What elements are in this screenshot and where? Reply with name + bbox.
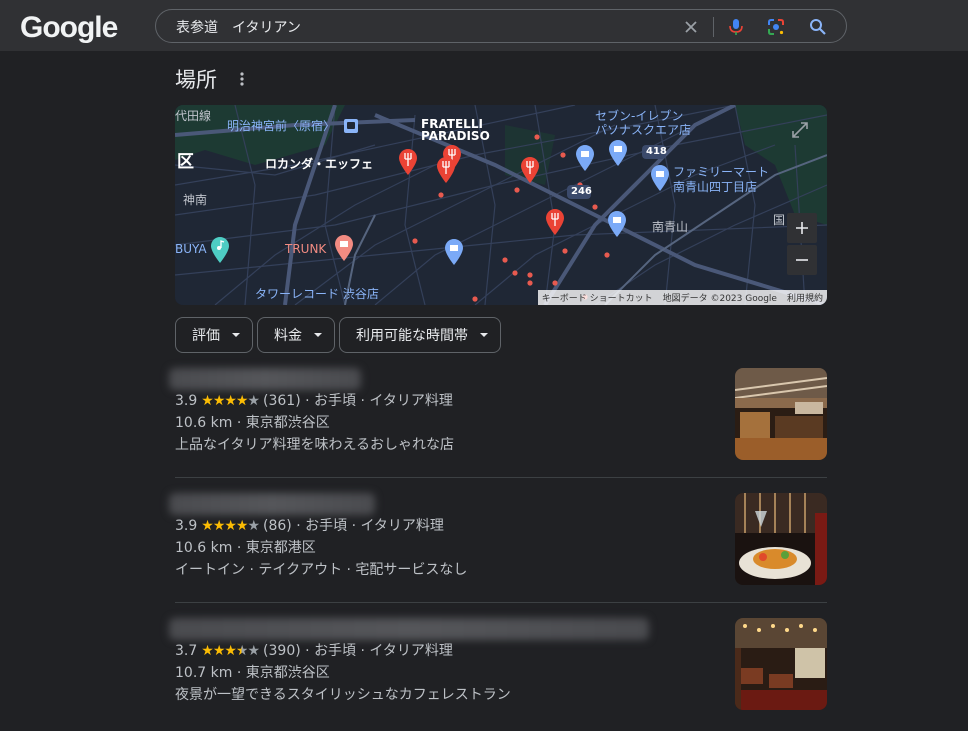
filter-price-chip[interactable]: 料金 [257, 317, 335, 353]
search-divider [713, 17, 714, 37]
shopping-pin-icon[interactable] [335, 235, 353, 261]
microphone-icon[interactable] [726, 17, 746, 37]
restaurant-pin-icon[interactable] [399, 149, 417, 175]
places-title: 場所 [175, 68, 217, 92]
filter-rating-chip[interactable]: 評価 [175, 317, 253, 353]
location-line: 10.7 km · 東京都渋谷区 [175, 665, 330, 681]
place-name-blurred[interactable] [169, 368, 361, 390]
map-attribution: キーボード ショートカット 地図データ ©2023 Google 利用規約 [537, 290, 827, 305]
food-dish-image [735, 493, 827, 585]
clear-icon[interactable] [681, 17, 701, 37]
place-photo[interactable] [735, 368, 827, 460]
star-rating-icon: ★★★★★ [201, 393, 260, 409]
location-line: 10.6 km · 東京都渋谷区 [175, 415, 330, 431]
place-result[interactable]: 3.9 ★★★★★ (361) · お手頃 · イタリア料理 10.6 km · 東… [169, 368, 827, 478]
description-line: 上品なイタリア料理を味わえるおしゃれな店 [175, 437, 455, 453]
store-pin-icon[interactable] [651, 165, 669, 191]
map-label-family-2[interactable]: 南青山四丁目店 [673, 178, 757, 195]
zoom-in-button[interactable] [787, 213, 817, 243]
store-pin-icon[interactable] [576, 145, 594, 171]
description-line: イートイン · テイクアウト · 宅配サービスなし [175, 562, 468, 578]
map-label-ward: 区 [177, 152, 194, 172]
top-bar: Google [0, 0, 968, 51]
route-418-label: 418 [646, 146, 667, 157]
rating-value: 3.9 [175, 518, 198, 534]
chip-label: 料金 [274, 328, 302, 344]
map[interactable]: 代田線 明治神宮前〈原宿〉 FRATELLI PARADISO セブン-イレブン… [175, 105, 827, 305]
map-label-tower[interactable]: タワーレコード 渋谷店 [255, 285, 379, 302]
map-label-minamiaoyama: 南青山 [652, 220, 689, 234]
review-count: (361) [263, 393, 301, 409]
fullscreen-button[interactable] [785, 115, 815, 145]
store-pin-icon[interactable] [608, 211, 626, 237]
caret-down-icon [232, 333, 240, 337]
zoom-out-button[interactable] [787, 245, 817, 275]
caret-down-icon [480, 333, 488, 337]
map-label-line: 代田線 [175, 109, 212, 123]
keyboard-shortcuts-link[interactable]: キーボード ショートカット [542, 291, 653, 304]
place-name-blurred[interactable] [169, 618, 649, 640]
price-category: お手頃 · イタリア料理 [305, 518, 444, 534]
place-name-blurred[interactable] [169, 493, 375, 515]
map-label-jinnan: 神南 [183, 193, 208, 207]
lens-icon[interactable] [766, 17, 786, 37]
filter-hours-chip[interactable]: 利用可能な時間帯 [339, 317, 501, 353]
terms-link[interactable]: 利用規約 [787, 291, 823, 304]
rating-value: 3.9 [175, 393, 198, 409]
search-box[interactable] [155, 9, 847, 43]
map-label-station[interactable]: 明治神宮前〈原宿〉 [227, 117, 335, 134]
restaurant-pin-icon[interactable] [437, 157, 455, 183]
rating-line: 3.9 ★★★★★ (361) · お手頃 · イタリア料理 [175, 393, 453, 409]
review-count: (86) [263, 518, 292, 534]
store-pin-icon[interactable] [445, 239, 463, 265]
rating-line: 3.7 ★★★★★ (390) · お手頃 · イタリア料理 [175, 643, 453, 659]
search-icon[interactable] [808, 17, 828, 37]
map-label-seven-2[interactable]: パソナスクエア店 [595, 121, 691, 138]
place-result[interactable]: 3.7 ★★★★★ (390) · お手頃 · イタリア料理 10.7 km · 東… [169, 618, 827, 728]
rating-line: 3.9 ★★★★★ (86) · お手頃 · イタリア料理 [175, 518, 444, 534]
rating-value: 3.7 [175, 643, 198, 659]
cafe-interior-image [735, 618, 827, 710]
place-photo[interactable] [735, 493, 827, 585]
map-label-locanda[interactable]: ロカンダ・エッフェ [265, 155, 373, 172]
search-input[interactable] [176, 17, 656, 37]
description-line: 夜景が一望できるスタイリッシュなカフェレストラン [175, 687, 511, 703]
price-category: お手頃 · イタリア料理 [314, 643, 453, 659]
location-line: 10.6 km · 東京都港区 [175, 540, 316, 556]
map-label-trunk[interactable]: TRUNK [285, 242, 326, 256]
price-category: お手頃 · イタリア料理 [314, 393, 453, 409]
place-result[interactable]: 3.9 ★★★★★ (86) · お手頃 · イタリア料理 10.6 km · 東京… [169, 493, 827, 603]
caret-down-icon [314, 333, 322, 337]
route-246-label: 246 [571, 186, 592, 197]
more-options-icon[interactable] [236, 70, 248, 88]
result-divider [175, 477, 827, 478]
plus-icon [796, 222, 808, 234]
fullscreen-icon [792, 122, 808, 138]
restaurant-interior-image [735, 368, 827, 460]
map-label-kuni: 国 [773, 213, 786, 227]
place-photo[interactable] [735, 618, 827, 710]
store-pin-icon[interactable] [609, 140, 627, 166]
map-label-shibuya: BUYA [175, 242, 207, 256]
star-rating-icon: ★★★★★ [201, 643, 260, 659]
star-rating-icon: ★★★★★ [201, 518, 260, 534]
result-divider [175, 602, 827, 603]
chip-label: 評価 [192, 328, 220, 344]
review-count: (390) [263, 643, 301, 659]
map-streets [175, 105, 827, 305]
map-data-label: 地図データ ©2023 Google [662, 294, 777, 304]
chip-label: 利用可能な時間帯 [356, 328, 468, 344]
restaurant-pin-icon[interactable] [521, 157, 539, 183]
music-pin-icon[interactable] [211, 237, 229, 263]
minus-icon [796, 259, 808, 261]
google-logo[interactable]: Google [20, 11, 118, 45]
map-label-fratelli-2[interactable]: PARADISO [421, 129, 490, 143]
restaurant-pin-icon[interactable] [546, 209, 564, 235]
